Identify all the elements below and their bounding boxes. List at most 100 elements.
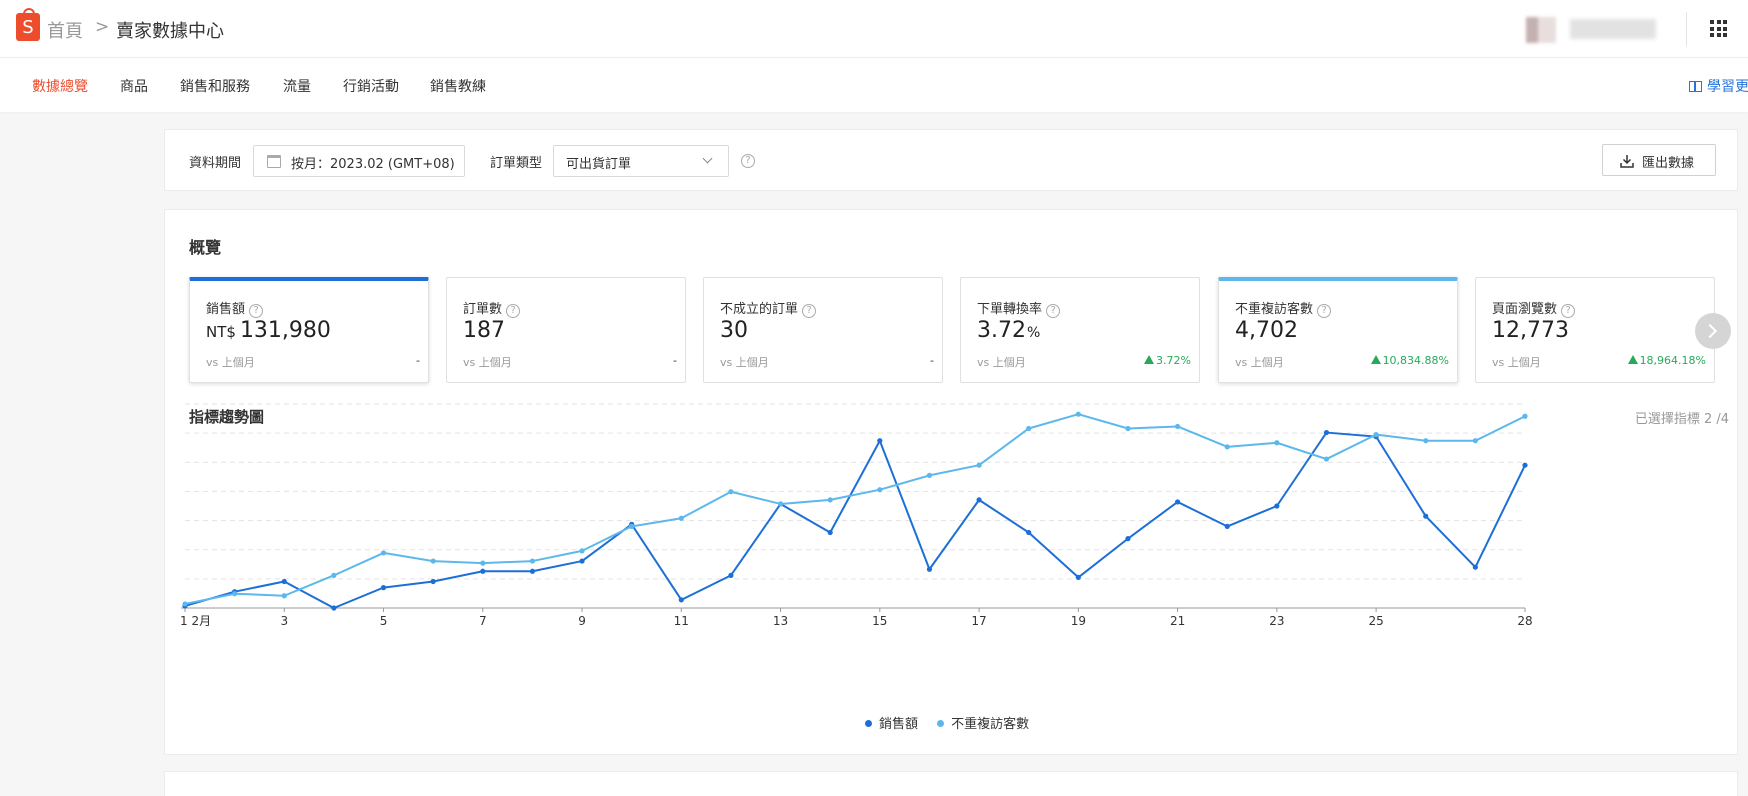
- data-point-0: [827, 529, 833, 536]
- data-point-0: [1323, 429, 1330, 436]
- data-point-1: [1224, 444, 1230, 450]
- export-data-button[interactable]: 匯出數據: [1602, 144, 1716, 176]
- x-tick-label: 21: [1170, 614, 1185, 628]
- data-point-0: [926, 566, 933, 572]
- data-point-0: [480, 568, 486, 574]
- data-point-1: [1472, 438, 1478, 444]
- data-point-0: [430, 578, 436, 585]
- data-point-1: [1075, 411, 1081, 417]
- data-point-0: [976, 497, 982, 503]
- series-line-1: [184, 413, 1526, 605]
- data-point-0: [1026, 529, 1032, 536]
- breadcrumb-separator: >: [95, 17, 110, 37]
- data-point-0: [1423, 513, 1429, 519]
- order-type-label: 訂單類型: [490, 156, 543, 171]
- data-point-0: [1125, 536, 1131, 542]
- data-point-1: [1323, 456, 1330, 462]
- x-tick-label: 1 2月: [180, 614, 211, 628]
- data-point-1: [777, 501, 784, 507]
- data-point-1: [281, 593, 287, 599]
- data-point-0: [529, 568, 536, 574]
- learn-more-link[interactable]: 學習更: [1689, 76, 1748, 96]
- filter-bar: 資料期間 按月：2023.02 (GMT+08) 訂單類型 可出貨訂單 ? 匯出…: [164, 129, 1738, 191]
- x-tick-label: 3: [280, 614, 288, 628]
- trend-line-chart: 1 2月 3 5 7 9 11 13 15 17 19 21 23 25 28: [180, 403, 1533, 628]
- x-tick-label: 23: [1269, 614, 1284, 628]
- tab-products[interactable]: 商品: [120, 76, 148, 96]
- data-point-1: [232, 591, 238, 597]
- x-tick-label: 17: [971, 614, 986, 628]
- x-tick-label: 11: [674, 614, 689, 628]
- data-point-1: [1125, 425, 1131, 432]
- data-point-1: [1174, 423, 1181, 430]
- data-point-1: [678, 515, 684, 521]
- top-bar: S 首頁 > 賣家數據中心: [0, 0, 1748, 58]
- date-period-value: 按月：2023.02 (GMT+08): [291, 157, 455, 172]
- next-section-card: [164, 771, 1738, 796]
- x-tick-label: 15: [872, 614, 887, 628]
- data-point-0: [1224, 523, 1230, 529]
- data-point-0: [1472, 564, 1478, 570]
- shopee-logo-icon[interactable]: S: [16, 8, 40, 41]
- data-point-1: [926, 472, 933, 478]
- topbar-divider: [1686, 12, 1687, 46]
- data-point-0: [579, 558, 585, 564]
- data-point-1: [430, 558, 436, 564]
- username-blurred[interactable]: [1570, 19, 1656, 39]
- section-nav: 數據總覽 商品 銷售和服務 流量 行銷活動 銷售教練 學習更: [0, 58, 1748, 112]
- book-icon: [1689, 81, 1702, 92]
- export-data-label: 匯出數據: [1642, 156, 1695, 171]
- x-tick-label: 28: [1517, 614, 1532, 628]
- order-type-value: 可出貨訂單: [566, 157, 632, 172]
- data-point-0: [728, 572, 734, 578]
- x-tick-label: 9: [578, 614, 586, 628]
- data-point-1: [480, 560, 486, 566]
- data-point-1: [529, 558, 536, 564]
- data-point-1: [182, 601, 188, 607]
- data-point-1: [976, 462, 982, 468]
- download-icon: [1620, 155, 1634, 168]
- calendar-icon: [267, 155, 281, 168]
- data-point-0: [678, 597, 684, 603]
- data-point-0: [1075, 574, 1081, 580]
- x-tick-label: 5: [380, 614, 388, 628]
- breadcrumb-home-link[interactable]: 首頁: [47, 17, 83, 43]
- legend-item-unique-visitors[interactable]: 不重複訪客數: [937, 717, 1029, 732]
- legend-dot: [937, 720, 945, 727]
- data-point-1: [877, 487, 883, 493]
- tab-data-overview[interactable]: 數據總覽: [32, 76, 88, 96]
- x-tick-label: 7: [479, 614, 487, 628]
- avatar[interactable]: [1526, 17, 1556, 43]
- x-tick-label: 25: [1368, 614, 1383, 628]
- legend-dot: [865, 720, 872, 727]
- apps-grid-icon[interactable]: [1710, 20, 1727, 37]
- data-point-1: [331, 572, 337, 578]
- legend-item-sales[interactable]: 銷售額: [865, 717, 918, 732]
- data-point-0: [1274, 503, 1280, 509]
- tab-traffic[interactable]: 流量: [283, 76, 311, 96]
- data-point-1: [1373, 432, 1379, 438]
- x-tick-label: 19: [1071, 614, 1086, 628]
- tab-sales-coach[interactable]: 銷售教練: [430, 76, 486, 96]
- data-point-1: [579, 548, 585, 554]
- data-point-0: [331, 605, 337, 611]
- data-point-0: [877, 438, 883, 444]
- chevron-down-icon: [702, 153, 713, 164]
- date-period-picker[interactable]: 按月：2023.02 (GMT+08): [253, 145, 465, 177]
- data-point-1: [728, 489, 734, 495]
- data-point-1: [827, 497, 833, 503]
- order-type-select[interactable]: 可出貨訂單: [553, 145, 729, 177]
- tab-sales-service[interactable]: 銷售和服務: [180, 76, 250, 96]
- data-point-0: [380, 585, 387, 591]
- data-point-1: [1026, 425, 1032, 432]
- data-point-1: [1423, 438, 1429, 444]
- data-point-1: [1522, 413, 1528, 419]
- x-tick-label: 13: [773, 614, 788, 628]
- data-point-0: [281, 578, 287, 585]
- data-point-0: [1522, 462, 1528, 468]
- data-point-0: [1174, 499, 1181, 505]
- tab-marketing[interactable]: 行銷活動: [343, 76, 399, 96]
- help-icon[interactable]: ?: [741, 154, 755, 168]
- chart-legend: 銷售額 不重複訪客數: [865, 713, 1044, 732]
- data-point-1: [629, 523, 635, 529]
